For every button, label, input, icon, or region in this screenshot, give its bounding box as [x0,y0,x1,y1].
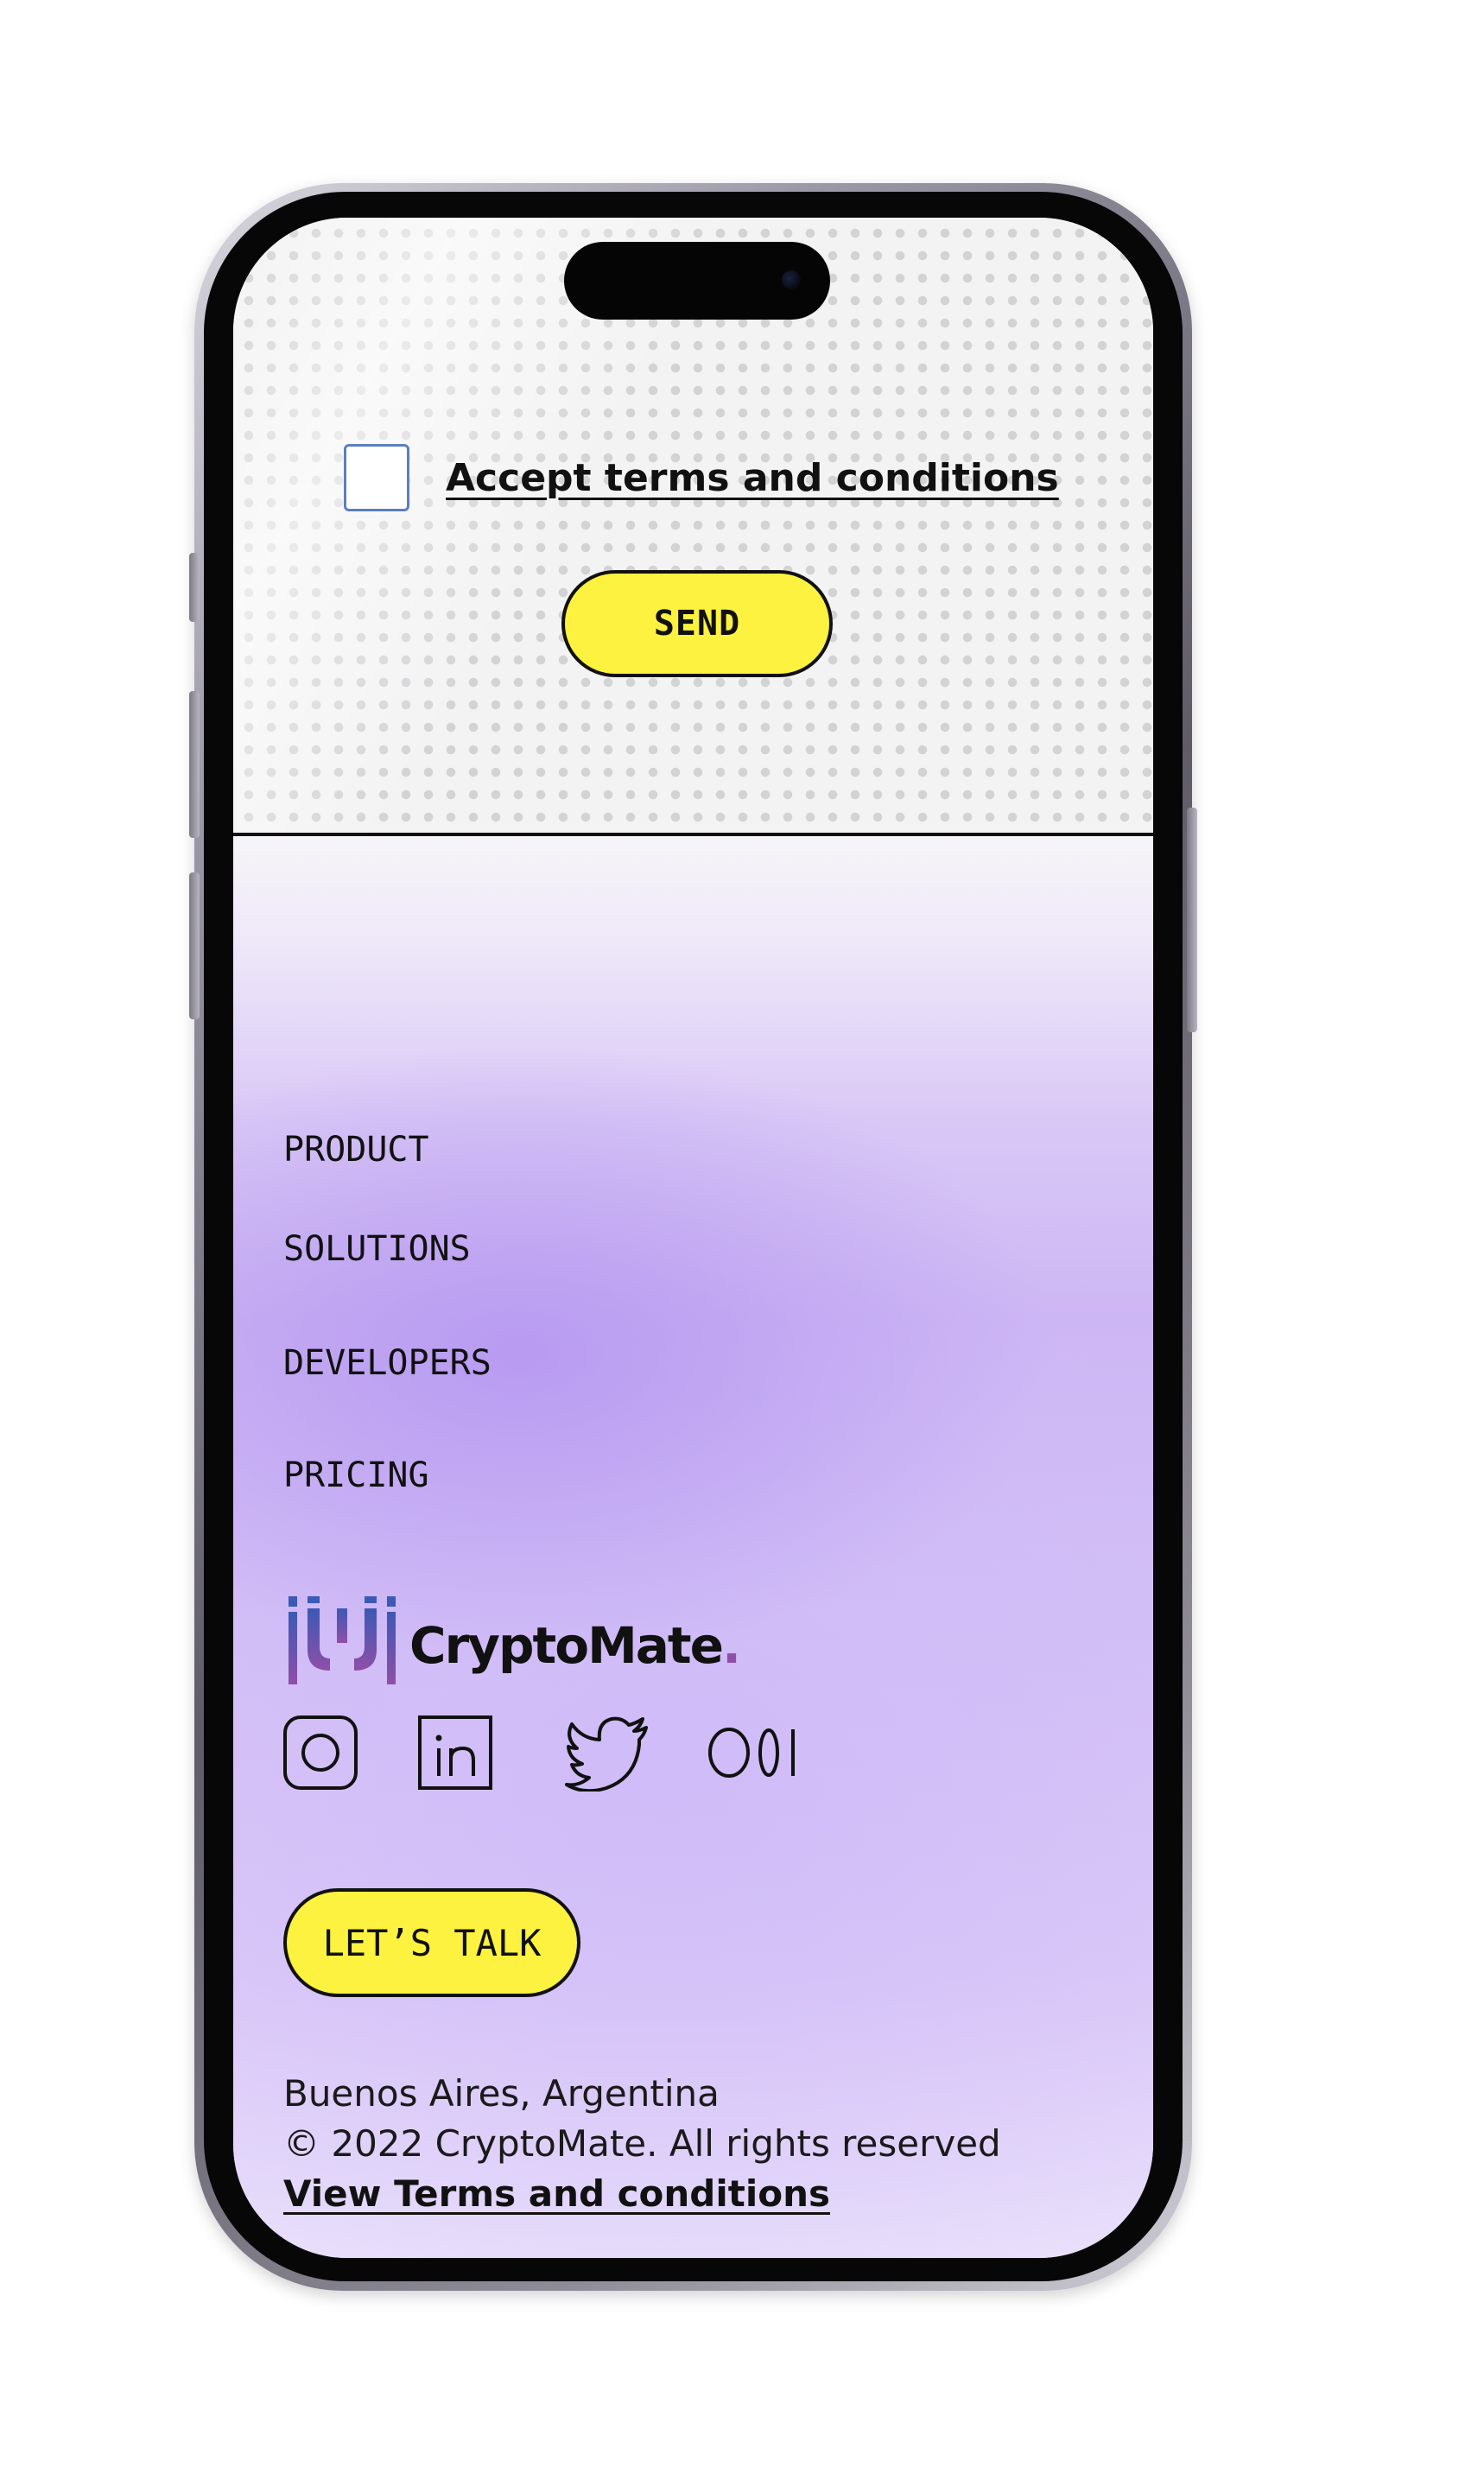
lets-talk-button[interactable]: LET’S TALK [283,1888,580,1997]
footer-nav-developers[interactable]: DEVELOPERS [283,1343,491,1383]
medium-icon[interactable] [707,1714,802,1792]
dynamic-island [564,242,830,320]
cryptomate-logo[interactable]: CryptoMate. [287,1596,741,1686]
twitter-icon[interactable] [565,1714,651,1792]
instagram-icon[interactable] [282,1714,359,1792]
accept-terms-checkbox[interactable] [344,444,409,511]
footer-nav-pricing[interactable]: PRICING [283,1455,429,1495]
volume-up-button [189,691,200,838]
linkedin-icon[interactable] [416,1714,494,1792]
accept-terms-link[interactable]: Accept terms and conditions [446,456,1059,500]
volume-down-button [189,872,200,1019]
terms-row: Accept terms and conditions [344,444,1059,511]
canvas: Accept terms and conditions SEND PRODUCT… [0,0,1484,2486]
cryptomate-logo-mark-icon [289,1596,396,1684]
footer: PRODUCT SOLUTIONS DEVELOPERS PRICING Cry… [233,836,1153,2258]
cryptomate-wordmark: CryptoMate. [409,1616,741,1675]
silent-switch [189,553,200,622]
send-button[interactable]: SEND [561,570,833,677]
front-camera-icon [782,270,801,289]
footer-nav-solutions[interactable]: SOLUTIONS [283,1229,471,1269]
view-terms-link[interactable]: View Terms and conditions [283,2172,830,2215]
copyright-text: © 2022 CryptoMate. All rights reserved [283,2122,1001,2165]
phone-screen: Accept terms and conditions SEND PRODUCT… [233,218,1153,2258]
location-text: Buenos Aires, Argentina [283,2072,720,2115]
footer-nav-product[interactable]: PRODUCT [283,1130,429,1170]
power-button [1187,808,1197,1032]
